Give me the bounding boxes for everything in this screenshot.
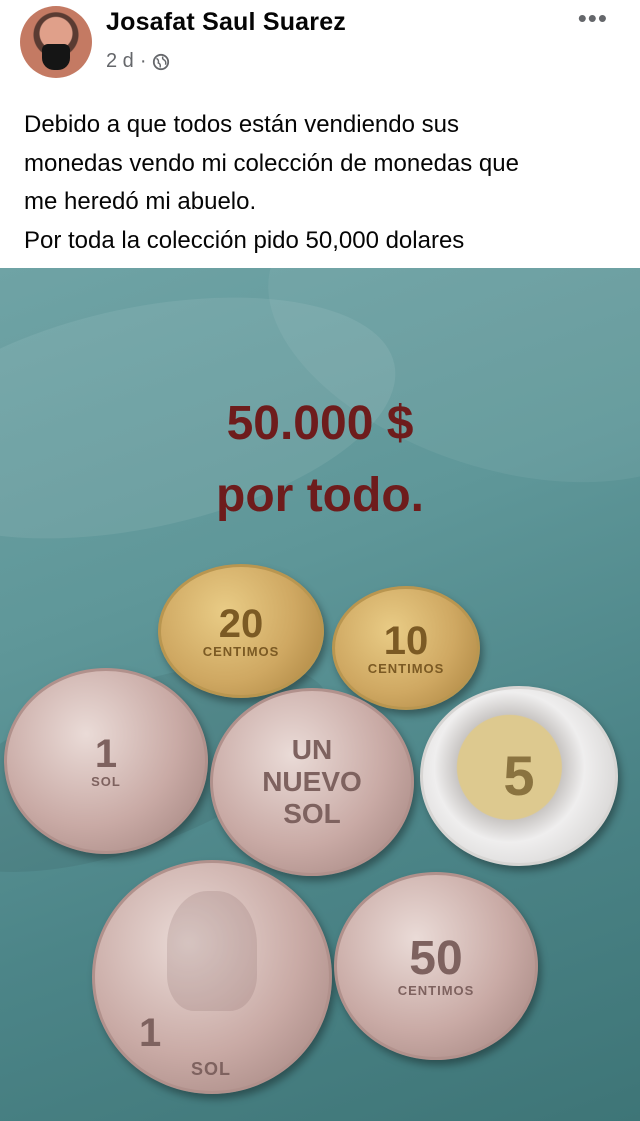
coin-label: CENTIMOS — [397, 982, 475, 998]
post-text: Debido a que todos están vendiendo sus m… — [24, 106, 624, 260]
coin-label: CENTIMOS — [367, 660, 445, 676]
post-text-line: me heredó mi abuelo. — [24, 188, 257, 215]
coin-label: CENTIMOS — [202, 643, 280, 659]
globe-icon — [153, 53, 170, 70]
post-meta: 2 d · — [106, 50, 170, 73]
coin-denomination: 20 — [218, 601, 264, 646]
portrait-relief — [167, 891, 257, 1011]
price-overlay: 50.000 $ — [226, 397, 414, 450]
more-options-icon[interactable]: ••• — [578, 5, 608, 31]
coin-10-centimos: 10 CENTIMOS — [332, 586, 480, 710]
avatar-mask — [42, 44, 70, 70]
coin-1-sol-portrait: 1 SOL — [92, 860, 332, 1094]
coin-denomination: 50 — [409, 931, 463, 985]
post-photo[interactable]: 50.000 $ por todo. 20 CENTIMOS 10 CENTIM… — [0, 268, 640, 1121]
coin-5-soles: 5 — [420, 686, 618, 866]
post-text-line: Debido a que todos están vendiendo sus — [24, 111, 459, 138]
avatar[interactable] — [20, 6, 92, 78]
coin-un-nuevo-sol: UN NUEVO SOL — [210, 688, 414, 876]
coin-50-centimos: 50 CENTIMOS — [334, 872, 538, 1060]
post-time[interactable]: 2 d — [106, 50, 134, 73]
coin-denomination: 5 — [503, 744, 535, 807]
post-header: Josafat Saul Suarez 2 d · ••• — [0, 0, 640, 100]
coin-20-centimos: 20 CENTIMOS — [158, 564, 324, 698]
coin-1-sol: 1 SOL — [4, 668, 208, 854]
coin-denomination: 1 — [139, 1011, 162, 1055]
post-text-line: Por toda la colección pido 50,000 dolare… — [24, 226, 465, 254]
coin-label: SOL — [191, 1059, 232, 1079]
coin-denomination: 1 — [94, 731, 118, 776]
coin-label: SOL — [91, 773, 121, 789]
coin-denomination: UN NUEVO SOL — [262, 734, 362, 829]
price-overlay-subtitle: por todo. — [216, 469, 424, 522]
post-text-line: monedas vendo mi colección de monedas qu… — [24, 149, 519, 177]
author-name[interactable]: Josafat Saul Suarez — [106, 8, 346, 37]
meta-separator: · — [139, 50, 147, 72]
coin-denomination: 10 — [383, 618, 429, 663]
